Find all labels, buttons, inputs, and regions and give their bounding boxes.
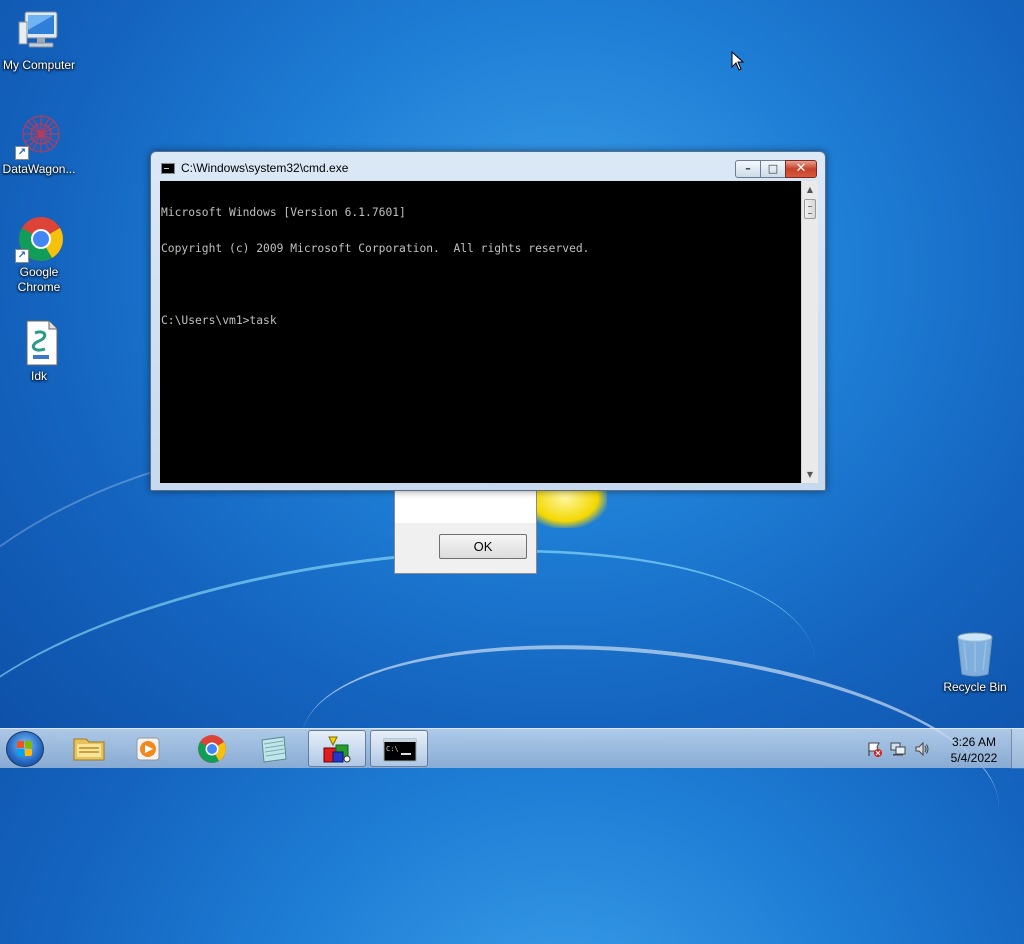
message-box-content [395, 489, 536, 523]
console-prompt-line[interactable]: C:\Users\vm1>task [161, 315, 801, 327]
minimize-button[interactable]: – [735, 160, 761, 178]
network-icon[interactable] [890, 741, 906, 757]
script-file-icon [15, 319, 63, 367]
windows-logo-icon [17, 741, 33, 757]
show-desktop-button[interactable] [1011, 729, 1024, 769]
maximize-button[interactable]: □ [760, 160, 786, 178]
taskbar-notepad[interactable] [244, 730, 302, 767]
message-box: OK [394, 488, 537, 574]
scroll-up-icon[interactable]: ▲ [802, 181, 818, 198]
chrome-icon [198, 735, 226, 763]
computer-icon [15, 8, 63, 56]
window-title: C:\Windows\system32\cmd.exe [181, 161, 349, 175]
media-player-icon [136, 737, 160, 761]
taskbar-file-explorer[interactable] [60, 730, 118, 767]
close-icon: ✕ [795, 161, 807, 176]
cmd-icon [161, 163, 175, 174]
desktop-icon-recycle-bin[interactable]: Recycle Bin [936, 630, 1014, 695]
action-center-flag-icon[interactable] [866, 741, 882, 757]
clock-date: 5/4/2022 [950, 751, 998, 765]
cmd-window[interactable]: C:\Windows\system32\cmd.exe – □ ✕ Micros… [150, 151, 826, 491]
start-button[interactable] [6, 731, 44, 767]
console-line: Copyright (c) 2009 Microsoft Corporation… [161, 242, 590, 255]
desktop-icon-datawagon[interactable]: ↗ DataWagon... [0, 112, 78, 177]
desktop-icon-google-chrome[interactable]: ↗ Google Chrome [0, 215, 78, 295]
vertical-scrollbar[interactable]: ▲ ▼ [801, 181, 818, 483]
shortcut-arrow-icon: ↗ [15, 249, 29, 263]
system-tray: 3:26 AM 5/4/2022 [862, 729, 1024, 769]
desktop-icon-label: Recycle Bin [943, 680, 1007, 694]
taskbar-cmd[interactable]: C:\ [370, 730, 428, 767]
close-button[interactable]: ✕ [785, 160, 817, 178]
notepad-icon [261, 736, 287, 763]
datawagon-icon: ↗ [15, 112, 63, 160]
console-line: Microsoft Windows [Version 6.1.7601] [161, 206, 406, 219]
recycle-bin-icon [951, 630, 999, 678]
app-shapes-icon [323, 736, 351, 763]
desktop-icon-label: DataWagon... [2, 162, 76, 176]
chrome-icon: ↗ [15, 215, 63, 263]
scroll-down-icon[interactable]: ▼ [802, 466, 818, 483]
desktop-icon-label: My Computer [2, 58, 76, 72]
caption-buttons: – □ ✕ [735, 160, 817, 178]
taskbar: C:\ 3:26 AM 5/4/2022 [0, 728, 1024, 769]
desktop-icon-label: Google Chrome [17, 265, 61, 294]
taskbar-media-player[interactable] [120, 730, 178, 767]
svg-text:C:\: C:\ [386, 745, 399, 753]
desktop-icon-my-computer[interactable]: My Computer [0, 8, 78, 73]
shortcut-arrow-icon: ↗ [15, 146, 29, 160]
taskbar-clock[interactable]: 3:26 AM 5/4/2022 [940, 734, 1008, 766]
maximize-icon: □ [767, 162, 779, 175]
desktop-icon-label: Idk [30, 369, 47, 383]
minimize-icon: – [745, 162, 751, 175]
taskbar-chrome[interactable] [182, 730, 240, 767]
volume-icon[interactable] [914, 741, 930, 757]
wallpaper-glow [537, 490, 607, 528]
cmd-icon: C:\ [383, 738, 417, 762]
file-explorer-icon [73, 738, 105, 761]
scroll-thumb[interactable] [804, 199, 816, 219]
clock-time: 3:26 AM [951, 735, 997, 749]
ok-button[interactable]: OK [439, 534, 527, 559]
desktop-icon-idk[interactable]: Idk [0, 319, 78, 384]
cmd-titlebar[interactable]: C:\Windows\system32\cmd.exe – □ ✕ [151, 152, 825, 180]
console-output[interactable]: Microsoft Windows [Version 6.1.7601] Cop… [160, 181, 801, 483]
taskbar-app-shapes[interactable] [308, 730, 366, 767]
mouse-cursor-icon [731, 51, 745, 71]
